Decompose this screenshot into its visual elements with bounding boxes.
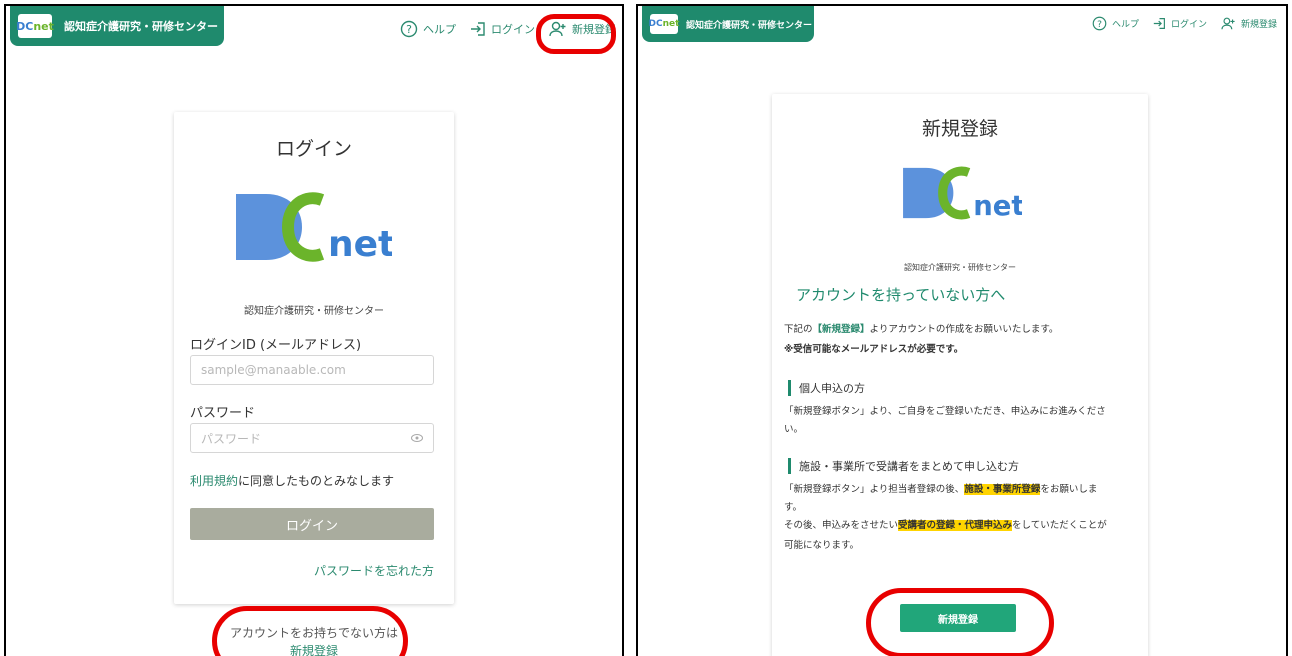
register-org-name: 認知症介護研究・研修センター bbox=[904, 263, 1016, 272]
terms-rest: に同意したものとみなします bbox=[238, 474, 395, 488]
register-card: 新規登録 net 認知症介護研究・研修センター アカウントを持っていない方へ 下… bbox=[772, 94, 1148, 656]
nav-login-label: ログイン bbox=[491, 23, 535, 36]
password-placeholder: パスワード bbox=[201, 431, 262, 446]
brand-name: 認知症介護研究・研修センター bbox=[64, 20, 218, 33]
login-org-name: 認知症介護研究・研修センター bbox=[244, 306, 384, 317]
login-icon bbox=[1153, 18, 1165, 29]
add-user-icon bbox=[1221, 17, 1235, 30]
register-title: 新規登録 bbox=[921, 118, 998, 140]
terms-link[interactable]: 利用規約 bbox=[190, 474, 238, 488]
section-facility-line1: 「新規登録ボタン」より担当者登録の後、施設・事業所登録をお願いしま bbox=[784, 484, 1098, 495]
nav-help-right[interactable]: ? ヘルプ bbox=[1092, 16, 1139, 31]
help-icon: ? bbox=[1092, 16, 1107, 31]
email-note: ※受信可能なメールアドレスが必要です。 bbox=[784, 344, 964, 355]
nav-help[interactable]: ? ヘルプ bbox=[400, 20, 456, 38]
highlight-facility-registration: 施設・事業所登録 bbox=[964, 484, 1041, 495]
annotation-circle-register-link bbox=[212, 606, 408, 656]
section-individual-line1: 「新規登録ボタン」より、ご自身をご登録いただき、申込みにお進みくださ bbox=[784, 406, 1106, 417]
nav-login-label-right: ログイン bbox=[1171, 20, 1208, 30]
section-facility-line2: す。 bbox=[784, 502, 803, 513]
section-facility-title: 施設・事業所で受講者をまとめて申し込む方 bbox=[788, 458, 1019, 474]
login-id-label: ログインID (メールアドレス) bbox=[190, 338, 362, 353]
register-screen: DC net 認知症介護研究・研修センター ? ヘルプ ログイン 新規登録 新規登… bbox=[636, 4, 1288, 656]
login-title: ログイン bbox=[275, 138, 352, 160]
nav-help-label: ヘルプ bbox=[423, 23, 456, 36]
annotation-circle-register-button bbox=[866, 588, 1054, 656]
section-individual-line2: い。 bbox=[784, 424, 804, 435]
dcnet-logo-right: net bbox=[903, 166, 1022, 222]
login-id-input[interactable]: sample@manaable.com bbox=[190, 355, 434, 385]
dcnet-small-logo: DC net bbox=[16, 14, 54, 38]
password-input[interactable]: パスワード bbox=[190, 423, 434, 453]
login-id-placeholder: sample@manaable.com bbox=[201, 363, 346, 377]
dcnet-logo: net bbox=[236, 192, 392, 265]
svg-text:net: net bbox=[328, 224, 392, 265]
section-facility-line4: 可能になります。 bbox=[784, 540, 860, 551]
top-nav-right: ? ヘルプ ログイン 新規登録 bbox=[1078, 16, 1277, 31]
highlight-trainee-registration: 受講者の登録・代理申込み bbox=[898, 520, 1013, 531]
svg-text:?: ? bbox=[406, 23, 412, 36]
nav-register-label-right: 新規登録 bbox=[1241, 20, 1278, 30]
login-button[interactable]: ログイン bbox=[190, 508, 434, 540]
login-screen: DC net 認知症介護研究・研修センター ? ヘルプ ログイン 新規登録 ログイ… bbox=[4, 4, 624, 656]
forgot-password-link[interactable]: パスワードを忘れた方 bbox=[314, 562, 434, 579]
brand-header[interactable]: DC net 認知症介護研究・研修センター bbox=[10, 6, 224, 46]
login-icon bbox=[471, 22, 485, 36]
annotation-circle-nav-register bbox=[536, 14, 616, 54]
section-individual-title: 個人申込の方 bbox=[788, 380, 865, 396]
brand-header-right[interactable]: DC net 認知症介護研究・研修センター bbox=[642, 6, 814, 42]
intro-bold: 【新規登録】 bbox=[812, 324, 870, 335]
eye-icon[interactable] bbox=[411, 434, 423, 442]
section-facility-line3: その後、申込みをさせたい受講者の登録・代理申込みをしていただくことが bbox=[784, 520, 1107, 531]
password-label: パスワード bbox=[190, 406, 256, 421]
register-heading: アカウントを持っていない方へ bbox=[796, 286, 1006, 304]
nav-register-right[interactable]: 新規登録 bbox=[1221, 17, 1277, 30]
help-icon: ? bbox=[400, 20, 418, 38]
nav-help-label-right: ヘルプ bbox=[1112, 20, 1140, 30]
login-card: ログイン net 認知症介護研究・研修センター ログインID (メールアドレス)… bbox=[174, 112, 454, 604]
svg-text:?: ? bbox=[1097, 19, 1102, 30]
nav-login[interactable]: ログイン bbox=[470, 21, 535, 37]
nav-login-right[interactable]: ログイン bbox=[1153, 17, 1207, 30]
brand-name-right: 認知症介護研究・研修センター bbox=[686, 20, 813, 31]
svg-text:net: net bbox=[973, 191, 1022, 222]
intro-text: 下記の【新規登録】よりアカウントの作成をお願いいたします。 bbox=[784, 324, 1059, 335]
dcnet-small-logo-right: DC net bbox=[649, 14, 679, 34]
terms-text: 利用規約に同意したものとみなします bbox=[190, 472, 394, 489]
